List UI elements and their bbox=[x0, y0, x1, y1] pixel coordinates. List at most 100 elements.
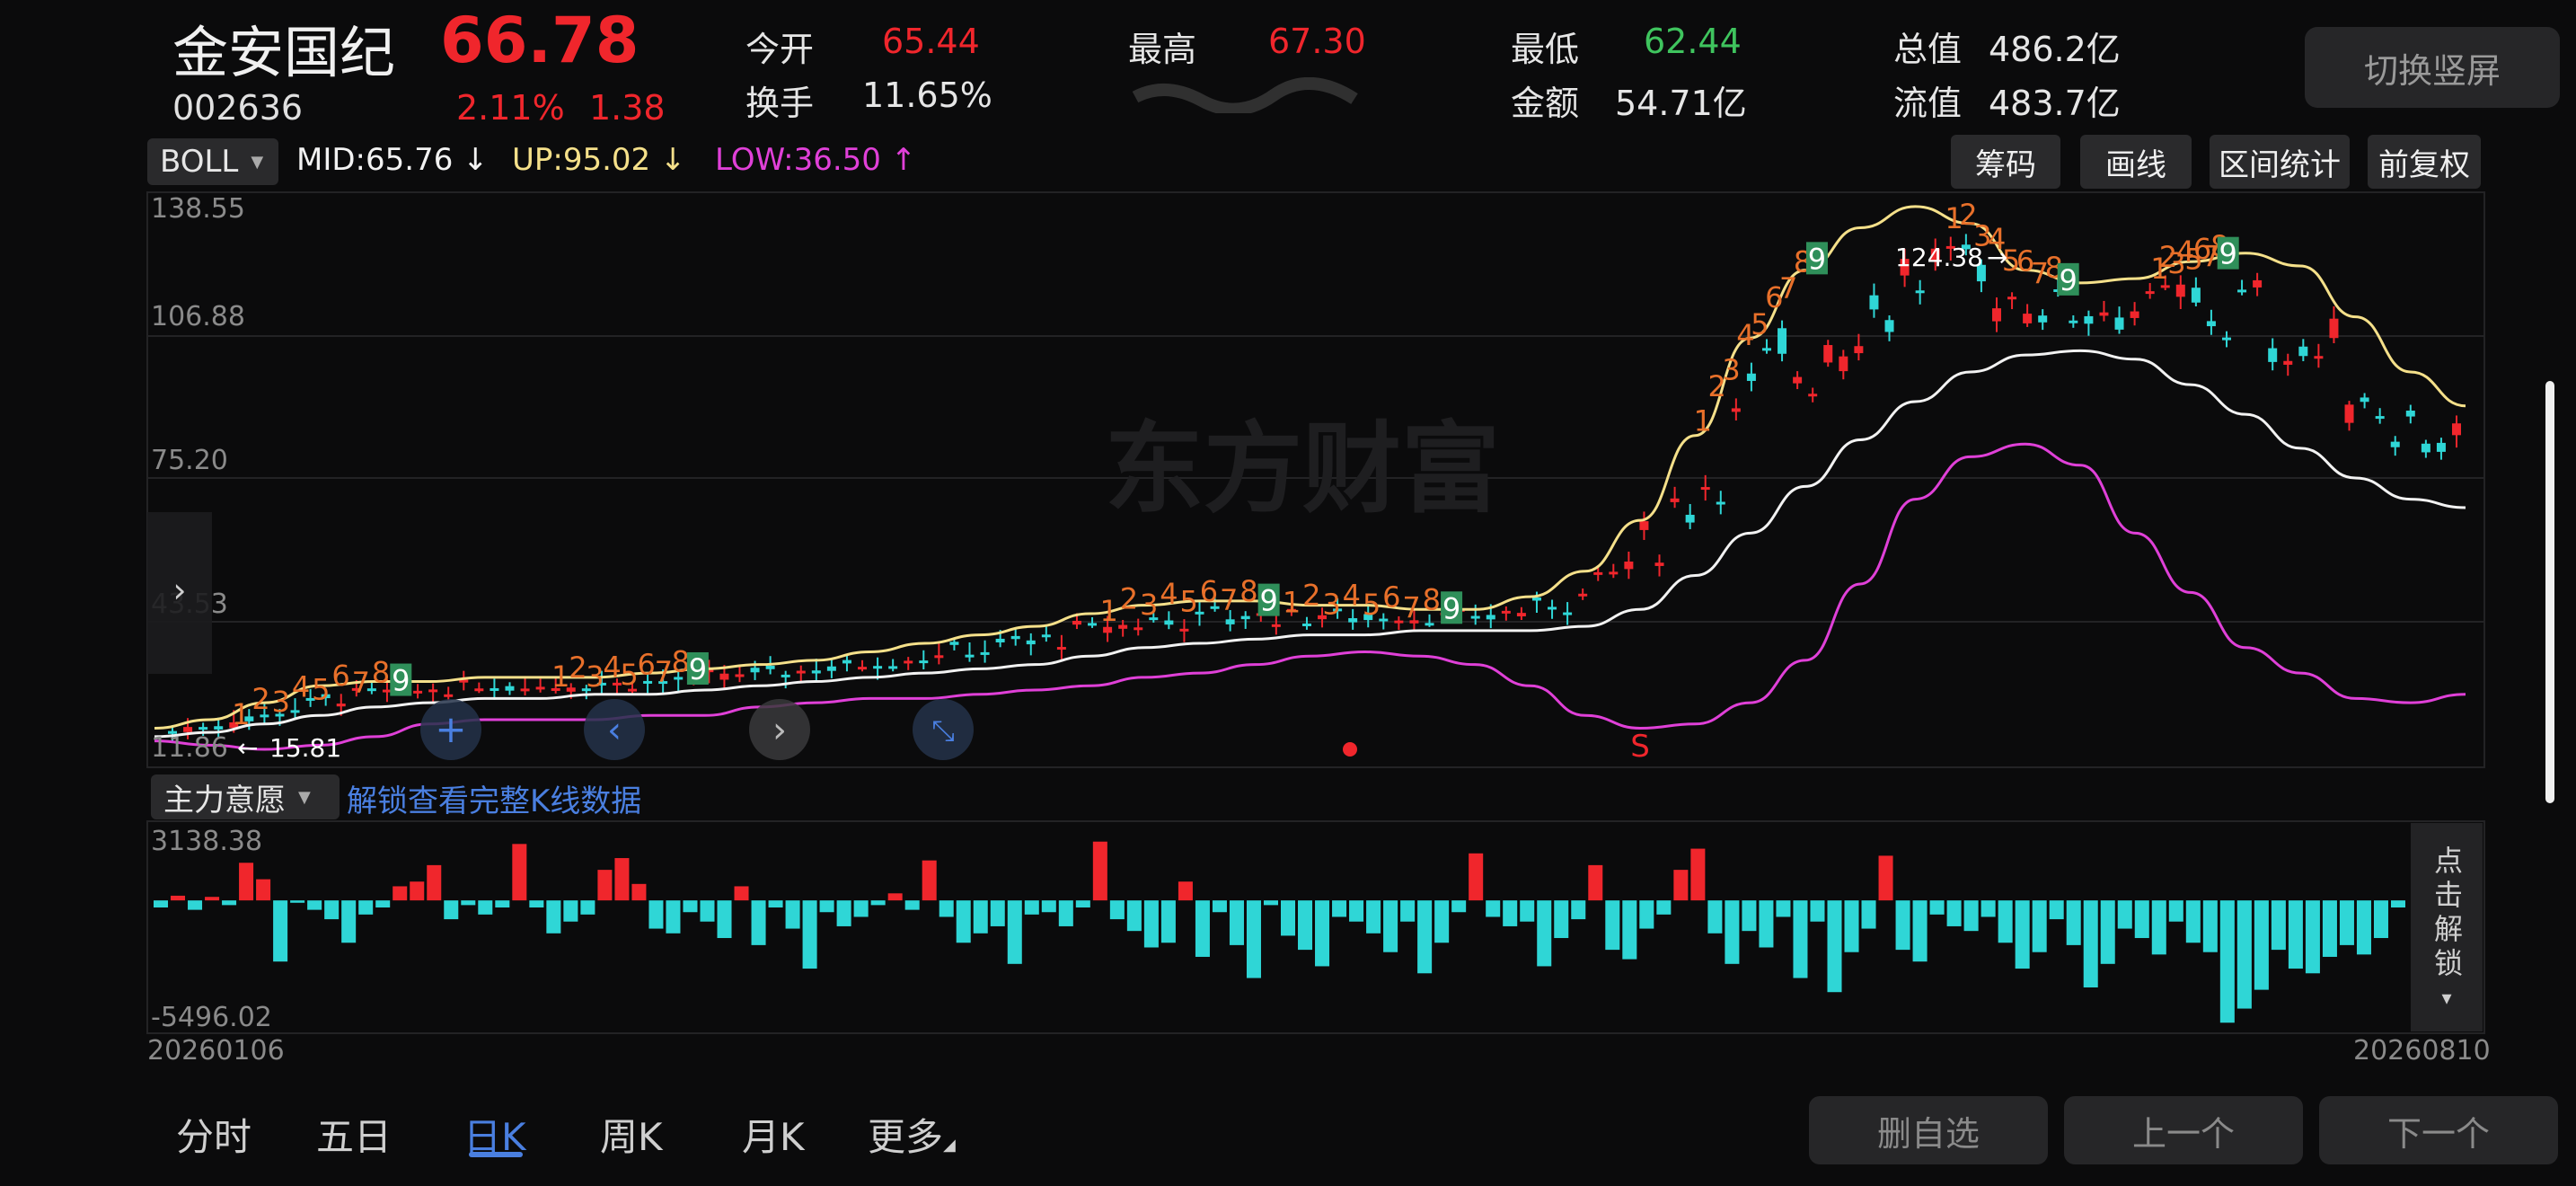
main-force-bar bbox=[256, 879, 271, 901]
main-force-bar bbox=[904, 900, 920, 910]
main-force-bar bbox=[1878, 855, 1893, 901]
main-force-bar bbox=[444, 900, 459, 920]
main-force-chart: 3138.38 -5496.02 bbox=[146, 820, 2485, 1034]
main-force-bar bbox=[2066, 900, 2081, 945]
main-force-bar bbox=[887, 893, 903, 901]
main-force-bar bbox=[2373, 900, 2388, 939]
main-force-bar bbox=[205, 897, 220, 901]
main-force-bar bbox=[1469, 853, 1484, 901]
main-force-bar bbox=[307, 900, 322, 910]
tab-intraday[interactable]: 分时 bbox=[176, 1107, 251, 1162]
main-force-bar bbox=[410, 881, 425, 901]
main-force-bar bbox=[2100, 900, 2115, 964]
main-force-bar bbox=[1400, 900, 1416, 922]
main-force-bar bbox=[427, 864, 442, 901]
main-force-bar bbox=[495, 900, 510, 907]
next-stock-button[interactable]: 下一个 bbox=[2319, 1096, 2558, 1164]
main-force-bar bbox=[324, 900, 340, 920]
main-force-bar bbox=[1503, 900, 1518, 926]
main-force-bar bbox=[1639, 900, 1654, 929]
main-force-bar bbox=[1622, 900, 1637, 960]
main-force-bar bbox=[393, 886, 408, 901]
main-force-bar bbox=[1024, 900, 1039, 915]
tab-monthly-k[interactable]: 月K bbox=[742, 1107, 805, 1162]
main-force-bar bbox=[1588, 864, 1603, 901]
main-force-bar bbox=[1160, 900, 1176, 943]
main-force-bar bbox=[1417, 900, 1433, 974]
main-force-bar bbox=[2015, 900, 2030, 969]
main-force-bar bbox=[2219, 900, 2235, 1023]
main-force-bar bbox=[478, 900, 493, 915]
corner-arrow-icon: ◢ bbox=[943, 1136, 956, 1155]
main-force-bar bbox=[853, 900, 869, 917]
active-tab-underline bbox=[469, 1152, 523, 1157]
main-force-bar bbox=[375, 900, 391, 907]
main-force-bar bbox=[1486, 900, 1501, 917]
main-force-bar bbox=[1742, 900, 1757, 932]
main-force-bar bbox=[1707, 900, 1723, 934]
main-force-bar bbox=[222, 900, 237, 906]
main-force-bar bbox=[631, 883, 647, 901]
main-force-bar bbox=[273, 900, 288, 962]
main-force-bar bbox=[1690, 848, 1706, 901]
main-force-bar bbox=[2083, 900, 2098, 987]
main-force-bar bbox=[2151, 900, 2166, 955]
tab-more[interactable]: 更多◢ bbox=[868, 1107, 956, 1162]
main-force-bar bbox=[1998, 900, 2013, 943]
unlock-side-button[interactable]: 点击解锁 ▾ bbox=[2411, 823, 2483, 1031]
main-force-bar bbox=[734, 886, 749, 901]
main-force-bar bbox=[1366, 900, 1381, 934]
main-force-bar bbox=[2168, 900, 2183, 922]
main-force-bar bbox=[1946, 900, 1962, 926]
main-force-bar bbox=[1963, 900, 1979, 932]
main-force-bar bbox=[2032, 900, 2047, 952]
main-force-bar bbox=[990, 900, 1005, 926]
main-force-bar bbox=[785, 900, 800, 929]
sub-axis-bottom: -5496.02 bbox=[151, 1002, 272, 1033]
main-force-bar bbox=[2356, 900, 2371, 955]
main-force-bar bbox=[922, 860, 937, 901]
main-force-bar bbox=[1126, 900, 1142, 932]
main-force-bar bbox=[1349, 900, 1364, 922]
main-force-bar bbox=[1315, 900, 1330, 967]
main-force-bar bbox=[1981, 900, 1996, 917]
main-force-bar bbox=[1827, 900, 1842, 993]
main-force-bar bbox=[1793, 900, 1808, 978]
main-force-bar bbox=[1434, 900, 1450, 943]
main-force-bar bbox=[2202, 900, 2218, 952]
main-force-bar bbox=[717, 900, 732, 939]
tab-more-label: 更多 bbox=[868, 1115, 944, 1159]
main-force-bar bbox=[1281, 900, 1296, 936]
main-force-bar bbox=[597, 870, 613, 901]
tab-weekly-k[interactable]: 周K bbox=[600, 1107, 663, 1162]
main-force-bar bbox=[1656, 900, 1672, 915]
main-force-bar bbox=[1007, 900, 1022, 964]
main-force-bar bbox=[563, 900, 578, 922]
unlock-side-label: 点击解锁 bbox=[2430, 845, 2464, 982]
main-force-bar bbox=[2271, 900, 2286, 951]
main-force-bar bbox=[1810, 900, 1825, 922]
main-force-bar bbox=[1195, 900, 1210, 957]
main-force-bar bbox=[819, 900, 834, 913]
main-force-bar bbox=[1929, 900, 1945, 915]
main-force-bar bbox=[1332, 900, 1347, 917]
vertical-scrollbar[interactable] bbox=[2545, 381, 2554, 803]
main-force-bar bbox=[2049, 900, 2064, 920]
start-date: 20260106 bbox=[147, 1035, 285, 1067]
main-force-bar bbox=[1229, 900, 1244, 945]
main-force-bar bbox=[751, 900, 766, 945]
main-force-bar bbox=[2254, 900, 2269, 990]
main-force-bar bbox=[1058, 900, 1073, 926]
main-force-bar bbox=[1178, 881, 1193, 901]
main-force-bar bbox=[614, 858, 630, 901]
remove-watchlist-button[interactable]: 删自选 bbox=[1809, 1096, 2048, 1164]
main-force-bar bbox=[2236, 900, 2252, 1009]
main-force-bar bbox=[2288, 900, 2303, 969]
main-force-bar bbox=[1759, 900, 1774, 948]
main-force-bar bbox=[1605, 900, 1620, 951]
tab-five-day[interactable]: 五日 bbox=[316, 1107, 392, 1162]
main-force-bar bbox=[956, 900, 971, 943]
main-force-bar bbox=[341, 900, 357, 943]
previous-stock-button[interactable]: 上一个 bbox=[2064, 1096, 2303, 1164]
main-force-bar bbox=[580, 900, 595, 915]
